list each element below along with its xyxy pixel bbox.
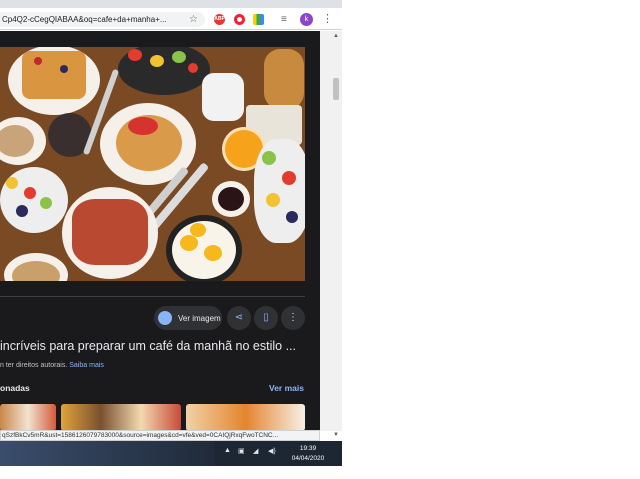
related-thumbnail[interactable] <box>0 404 56 431</box>
star-icon[interactable]: ☆ <box>189 12 198 27</box>
related-thumbnail[interactable] <box>186 404 305 431</box>
image-title[interactable]: incríveis para preparar um café da manhã… <box>0 339 305 353</box>
view-image-label: Ver imagem <box>178 313 221 323</box>
address-bar: Cp4Q2-cCegQIABAA&oq=cafe+da+manha+... ☆ … <box>0 8 342 30</box>
scroll-up-arrow-icon[interactable]: ▲ <box>333 33 339 39</box>
share-button[interactable]: ⋖ <box>227 306 251 330</box>
screenshot: Cp4Q2-cCegQIABAA&oq=cafe+da+manha+... ☆ … <box>0 0 342 479</box>
view-image-button[interactable]: Ver imagem <box>154 306 222 330</box>
clock-time: 19:39 <box>299 445 317 452</box>
learn-more-link[interactable]: Saiba mais <box>69 362 104 369</box>
taskbar-clock[interactable]: 19:39 04/04/2020 <box>288 444 328 464</box>
related-heading: onadas <box>0 383 30 393</box>
volume-icon[interactable]: ◀) <box>268 447 276 455</box>
adblock-icon[interactable]: ABP <box>214 14 225 25</box>
opera-icon[interactable] <box>234 14 245 25</box>
see-more-link[interactable]: Ver mais <box>269 383 304 393</box>
taskbar-app-area[interactable] <box>0 441 215 466</box>
device-icon[interactable]: ▣ <box>238 447 245 455</box>
scrollbar-thumb[interactable] <box>333 78 339 100</box>
url-field[interactable]: Cp4Q2-cCegQIABAA&oq=cafe+da+manha+... <box>0 12 205 27</box>
status-bar-url: qSzfBkCv5mR&ust=1586126079783000&source=… <box>0 430 320 441</box>
profile-avatar[interactable]: k <box>300 13 313 26</box>
more-options-button[interactable]: ⋮ <box>281 306 305 330</box>
browser-menu-icon[interactable]: ⋮ <box>322 12 333 27</box>
more-icon: ⋮ <box>288 312 298 323</box>
playlist-icon[interactable]: ≡ <box>281 13 287 26</box>
divider <box>0 296 305 297</box>
chevron-up-icon[interactable]: ▲ <box>224 447 231 454</box>
related-thumbnail[interactable] <box>61 404 181 431</box>
related-thumbnails <box>0 404 305 431</box>
clock-date: 04/04/2020 <box>291 455 325 462</box>
rights-text: n ter direitos autorais. <box>0 362 68 369</box>
copyright-notice: n ter direitos autorais. Saiba mais <box>0 362 104 369</box>
network-icon[interactable]: ◢ <box>253 447 258 455</box>
tab-strip <box>0 0 342 8</box>
color-extension-icon[interactable] <box>253 14 264 25</box>
breakfast-image[interactable] <box>0 47 305 281</box>
scroll-down-arrow-icon[interactable]: ▼ <box>333 432 339 438</box>
save-button[interactable]: ▯ <box>254 306 278 330</box>
share-icon: ⋖ <box>234 312 244 323</box>
bookmark-icon: ▯ <box>263 312 269 323</box>
globe-icon <box>158 311 172 325</box>
